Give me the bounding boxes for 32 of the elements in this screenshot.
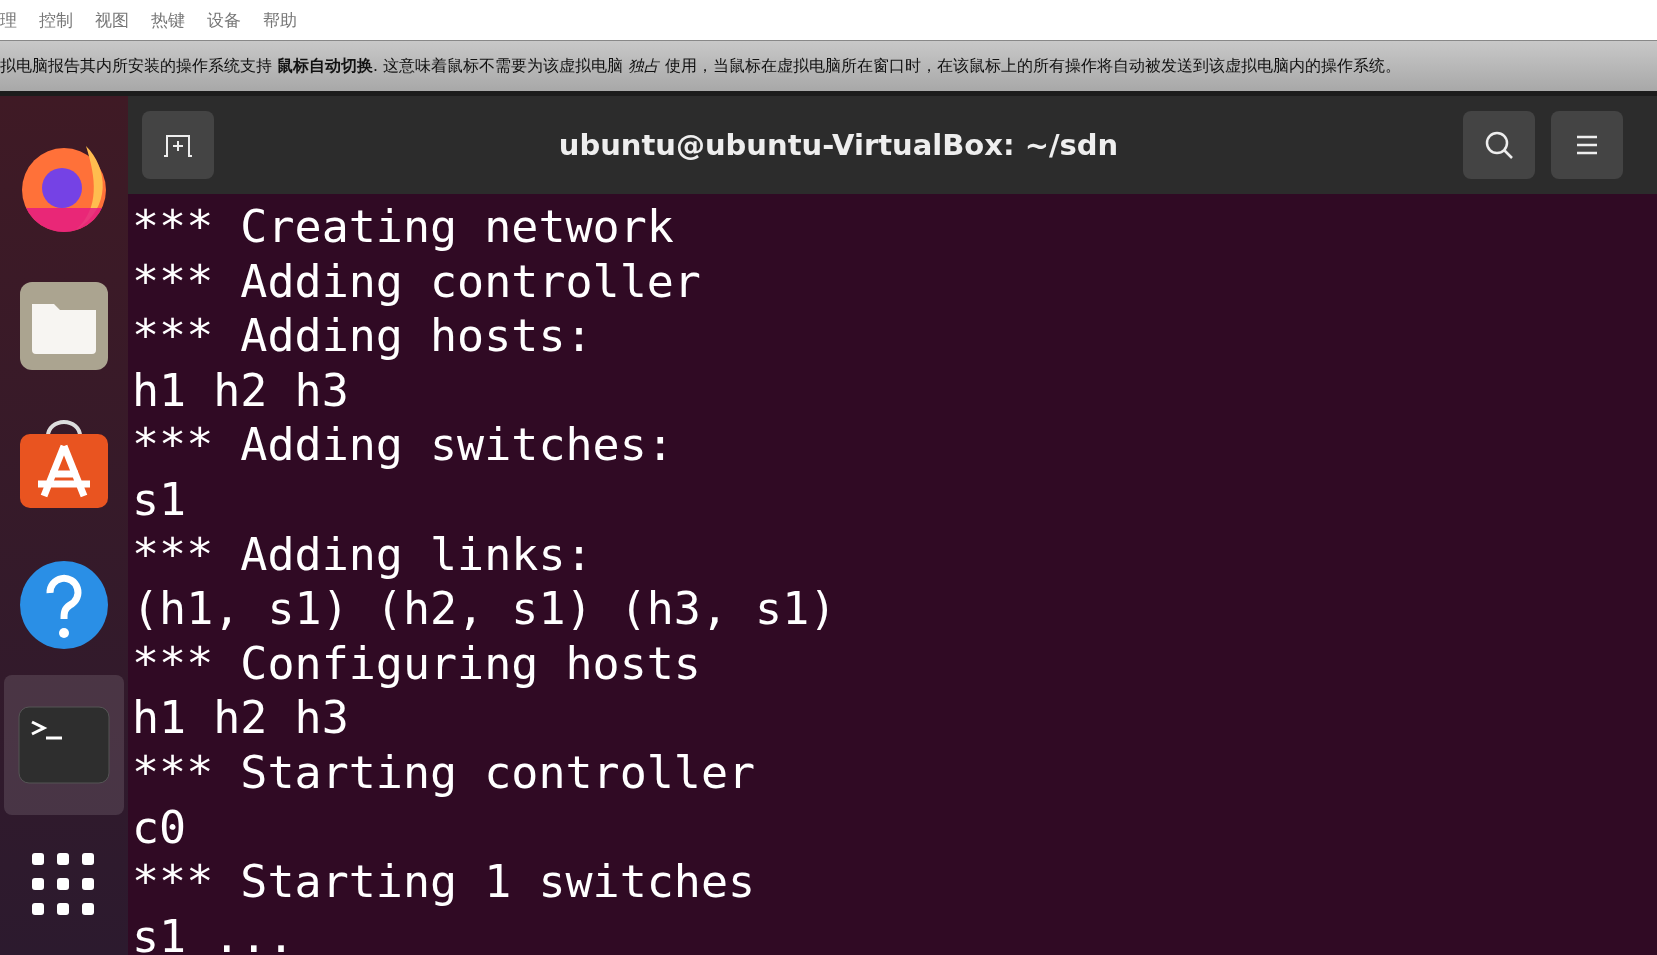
menu-item[interactable]: 帮助 — [263, 8, 297, 32]
app-grid-icon — [32, 853, 96, 918]
window-title: ubuntu@ubuntu-VirtualBox: ~/sdn — [557, 128, 1120, 162]
terminal-line: h1 h2 h3 — [132, 363, 350, 419]
menu-item[interactable]: 控制 — [39, 8, 73, 32]
folder-icon — [18, 279, 110, 372]
help-icon — [18, 559, 110, 652]
terminal-line: *** Adding controller — [132, 254, 702, 310]
terminal-line: *** Creating network — [132, 200, 675, 255]
menu-button[interactable] — [1551, 111, 1623, 179]
terminal-icon — [18, 706, 110, 785]
terminal-line: *** Adding links: — [132, 527, 594, 583]
menu-icon — [1575, 135, 1599, 155]
terminal-line: *** Starting controller — [132, 745, 757, 801]
search-icon — [1483, 129, 1515, 161]
terminal-line: s1 — [132, 472, 188, 528]
menu-item[interactable]: 设备 — [207, 8, 241, 32]
new-tab-icon — [162, 132, 194, 158]
terminal-line: *** Configuring hosts — [132, 636, 702, 692]
menu-item[interactable]: 热键 — [151, 8, 185, 32]
search-button[interactable] — [1463, 111, 1535, 179]
terminal-line: *** Starting 1 switches — [132, 855, 757, 910]
new-tab-button[interactable] — [142, 111, 214, 179]
notification-text: 拟电脑报告其内所安装的操作系统支持 鼠标自动切换. 这意味着鼠标不需要为该虚拟电脑 独占 使用，当鼠标在虚拟电脑所在窗口时，在该鼠标上的所有操作将自动被发送到该虚拟电脑内的操作系统。 — [0, 55, 1401, 77]
terminal-line: s1 ... — [132, 909, 296, 955]
menu-item[interactable]: 视图 — [95, 8, 129, 32]
terminal-line: *** Adding switches: — [132, 418, 675, 473]
terminal-line: c0 — [132, 800, 188, 856]
menu-item[interactable]: 理 — [0, 8, 17, 32]
terminal-line: h1 h2 h3 — [132, 691, 350, 746]
terminal-line: (h1, s1) (h2, s1) (h3, s1) — [132, 582, 838, 637]
terminal-line: *** Adding hosts: — [132, 309, 594, 364]
